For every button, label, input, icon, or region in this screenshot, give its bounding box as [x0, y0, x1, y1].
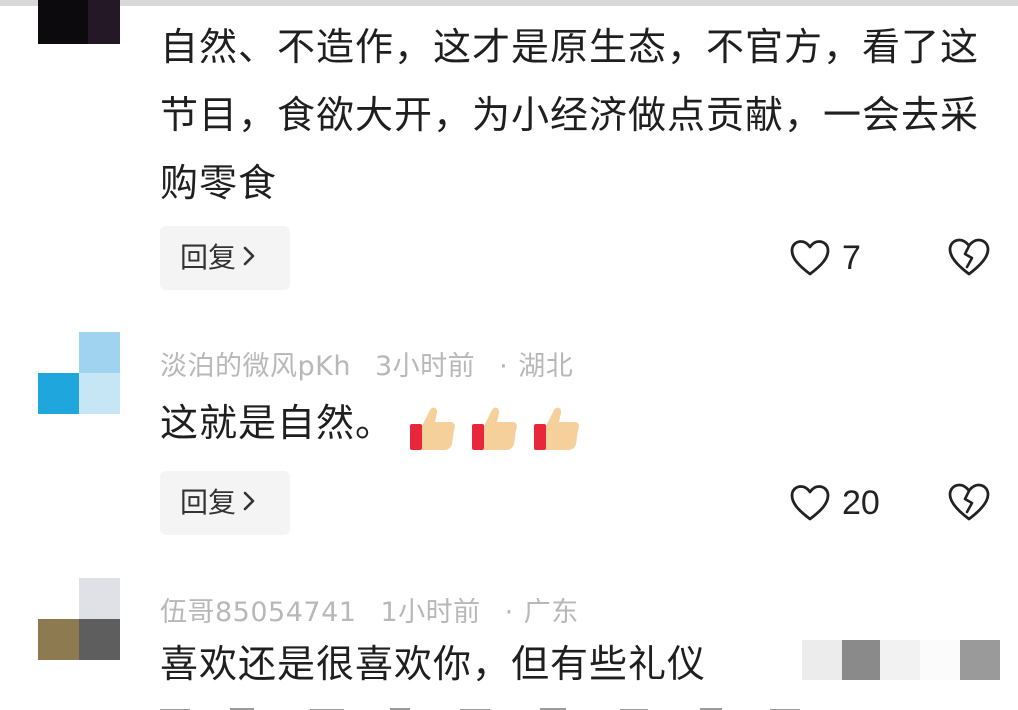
- mosaic-censor-block: [880, 640, 920, 680]
- avatar[interactable]: [38, 578, 120, 660]
- meta-separator: ·: [504, 597, 514, 628]
- mosaic-censor-block: [920, 640, 960, 680]
- comment-item-3: 伍哥85054741 1小时前 · 广东 喜欢还是很喜欢你，但有些礼仪: [0, 0, 1018, 710]
- username[interactable]: 伍哥85054741: [160, 597, 356, 628]
- timestamp: 1小时前: [380, 597, 481, 628]
- cut-off-next-line: [160, 700, 860, 710]
- mosaic-censor-block: [842, 640, 880, 680]
- mosaic-censor-block: [802, 640, 842, 680]
- comment-meta: 伍哥85054741 1小时前 · 广东: [160, 590, 603, 629]
- mosaic-censor-block: [960, 640, 1000, 680]
- comment-text: 喜欢还是很喜欢你，但有些礼仪: [160, 642, 707, 686]
- location: 广东: [523, 597, 579, 628]
